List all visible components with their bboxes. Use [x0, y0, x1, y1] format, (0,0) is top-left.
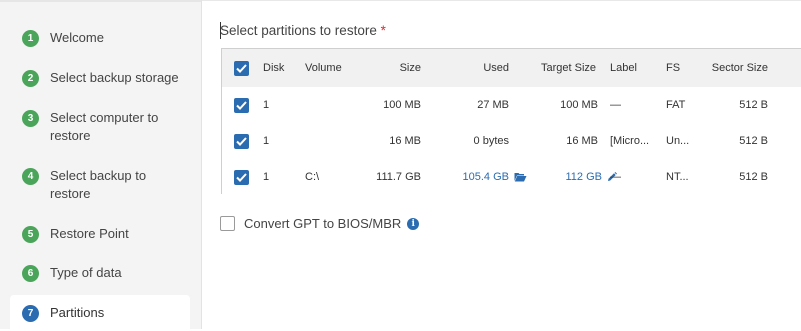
step-select-computer[interactable]: 3 Select computer to restore — [10, 109, 190, 145]
step-label-line: restore — [50, 186, 91, 201]
cell-size: 16 MB — [389, 135, 421, 147]
cell-fs: NT... — [666, 171, 689, 183]
step-welcome[interactable]: 1 Welcome — [10, 29, 190, 47]
cell-size: 100 MB — [383, 99, 421, 111]
table-row[interactable]: 1 16 MB 0 bytes 16 MB [Micro... Un... 51… — [222, 123, 801, 160]
step-label-line: Select computer to — [50, 110, 159, 125]
cell-fs: Un... — [666, 135, 690, 147]
column-header-label[interactable]: Label — [610, 49, 637, 87]
convert-gpt-option[interactable]: Convert GPT to BIOS/MBR i — [220, 216, 420, 231]
main-top-border — [202, 0, 801, 1]
step-number-badge: 3 — [22, 110, 39, 127]
table-row[interactable]: 1 C:\ 111.7 GB 105.4 GB 112 GB — NT... 5… — [222, 159, 801, 195]
page-title-text: Select partitions to restore — [220, 23, 377, 38]
check-icon — [234, 169, 249, 185]
cell-target-size: 100 MB — [560, 99, 598, 111]
target-size-link-text[interactable]: 112 GB — [566, 171, 603, 183]
step-number-badge: 6 — [22, 265, 39, 282]
cell-label: [Micro... — [610, 135, 650, 147]
column-header-fs[interactable]: FS — [666, 49, 680, 87]
step-number-badge: 2 — [22, 70, 39, 87]
row-checkbox[interactable] — [234, 87, 249, 123]
step-label: Welcome — [50, 30, 104, 45]
sidebar-top-border — [0, 0, 201, 2]
page-title: Select partitions to restore * — [220, 23, 386, 38]
step-label: Type of data — [50, 265, 122, 280]
step-select-backup[interactable]: 4 Select backup to restore — [10, 167, 190, 203]
convert-gpt-label[interactable]: Convert GPT to BIOS/MBR — [244, 216, 401, 231]
cell-label: — — [610, 171, 621, 183]
cell-target-size: 16 MB — [566, 135, 598, 147]
cell-size: 111.7 GB — [376, 171, 421, 183]
step-number-badge: 4 — [22, 168, 39, 185]
step-type-of-data[interactable]: 6 Type of data — [10, 264, 190, 282]
check-icon — [234, 133, 249, 149]
column-header-sector-size[interactable]: Sector Size — [692, 49, 768, 87]
used-link-text[interactable]: 105.4 GB — [463, 171, 509, 183]
wizard-sidebar: 1 Welcome 2 Select backup storage 3 Sele… — [0, 0, 202, 331]
column-header-target-size[interactable]: Target Size — [541, 49, 596, 87]
cell-fs: FAT — [666, 99, 686, 111]
cell-target-size-link[interactable]: 112 GB — [540, 159, 617, 195]
main-panel: Select partitions to restore * Disk Volu… — [202, 0, 801, 329]
check-icon — [234, 97, 249, 113]
select-all-checkbox[interactable] — [234, 49, 249, 87]
cell-sector-size: 512 B — [739, 171, 768, 183]
cell-volume: C:\ — [305, 171, 320, 183]
cell-used: 0 bytes — [473, 135, 509, 147]
column-header-size[interactable]: Size — [372, 49, 421, 87]
step-number-badge: 1 — [22, 30, 39, 47]
cell-sector-size: 512 B — [739, 135, 768, 147]
row-checkbox[interactable] — [234, 159, 249, 195]
convert-gpt-checkbox[interactable] — [220, 216, 235, 231]
table-header: Disk Volume Size Used Target Size Label … — [222, 49, 801, 88]
step-number-badge: 7 — [22, 304, 39, 322]
info-icon[interactable]: i — [407, 217, 420, 230]
cell-disk: 1 — [263, 171, 270, 183]
step-label: Restore Point — [50, 226, 129, 241]
step-label: Select backup storage — [50, 70, 179, 85]
row-checkbox[interactable] — [234, 123, 249, 159]
step-label: Select backup to restore — [50, 167, 146, 203]
column-header-disk[interactable]: Disk — [263, 49, 284, 87]
table-row[interactable]: 1 100 MB 27 MB 100 MB — FAT 512 B — [222, 87, 801, 124]
step-partitions[interactable]: 7 Partitions — [10, 295, 190, 331]
step-label: Partitions — [50, 305, 105, 320]
cell-label: — — [610, 99, 621, 111]
text-caret — [220, 22, 221, 39]
column-header-used[interactable]: Used — [452, 49, 509, 87]
step-label-line: restore — [50, 128, 91, 143]
cell-disk: 1 — [263, 99, 270, 111]
cell-sector-size: 512 B — [739, 99, 768, 111]
folder-open-icon[interactable] — [514, 172, 527, 182]
step-select-backup-storage[interactable]: 2 Select backup storage — [10, 69, 190, 87]
column-header-volume[interactable]: Volume — [305, 49, 342, 87]
step-restore-point[interactable]: 5 Restore Point — [10, 225, 190, 243]
check-icon — [234, 60, 249, 76]
required-mark: * — [380, 23, 386, 38]
cell-used: 27 MB — [477, 99, 509, 111]
cell-used-link[interactable]: 105.4 GB — [436, 159, 527, 195]
step-label: Select computer to restore — [50, 109, 158, 145]
partitions-table: Disk Volume Size Used Target Size Label … — [221, 48, 801, 195]
step-number-badge: 5 — [22, 226, 39, 243]
cell-disk: 1 — [263, 135, 270, 147]
step-label-line: Select backup to — [50, 168, 147, 183]
